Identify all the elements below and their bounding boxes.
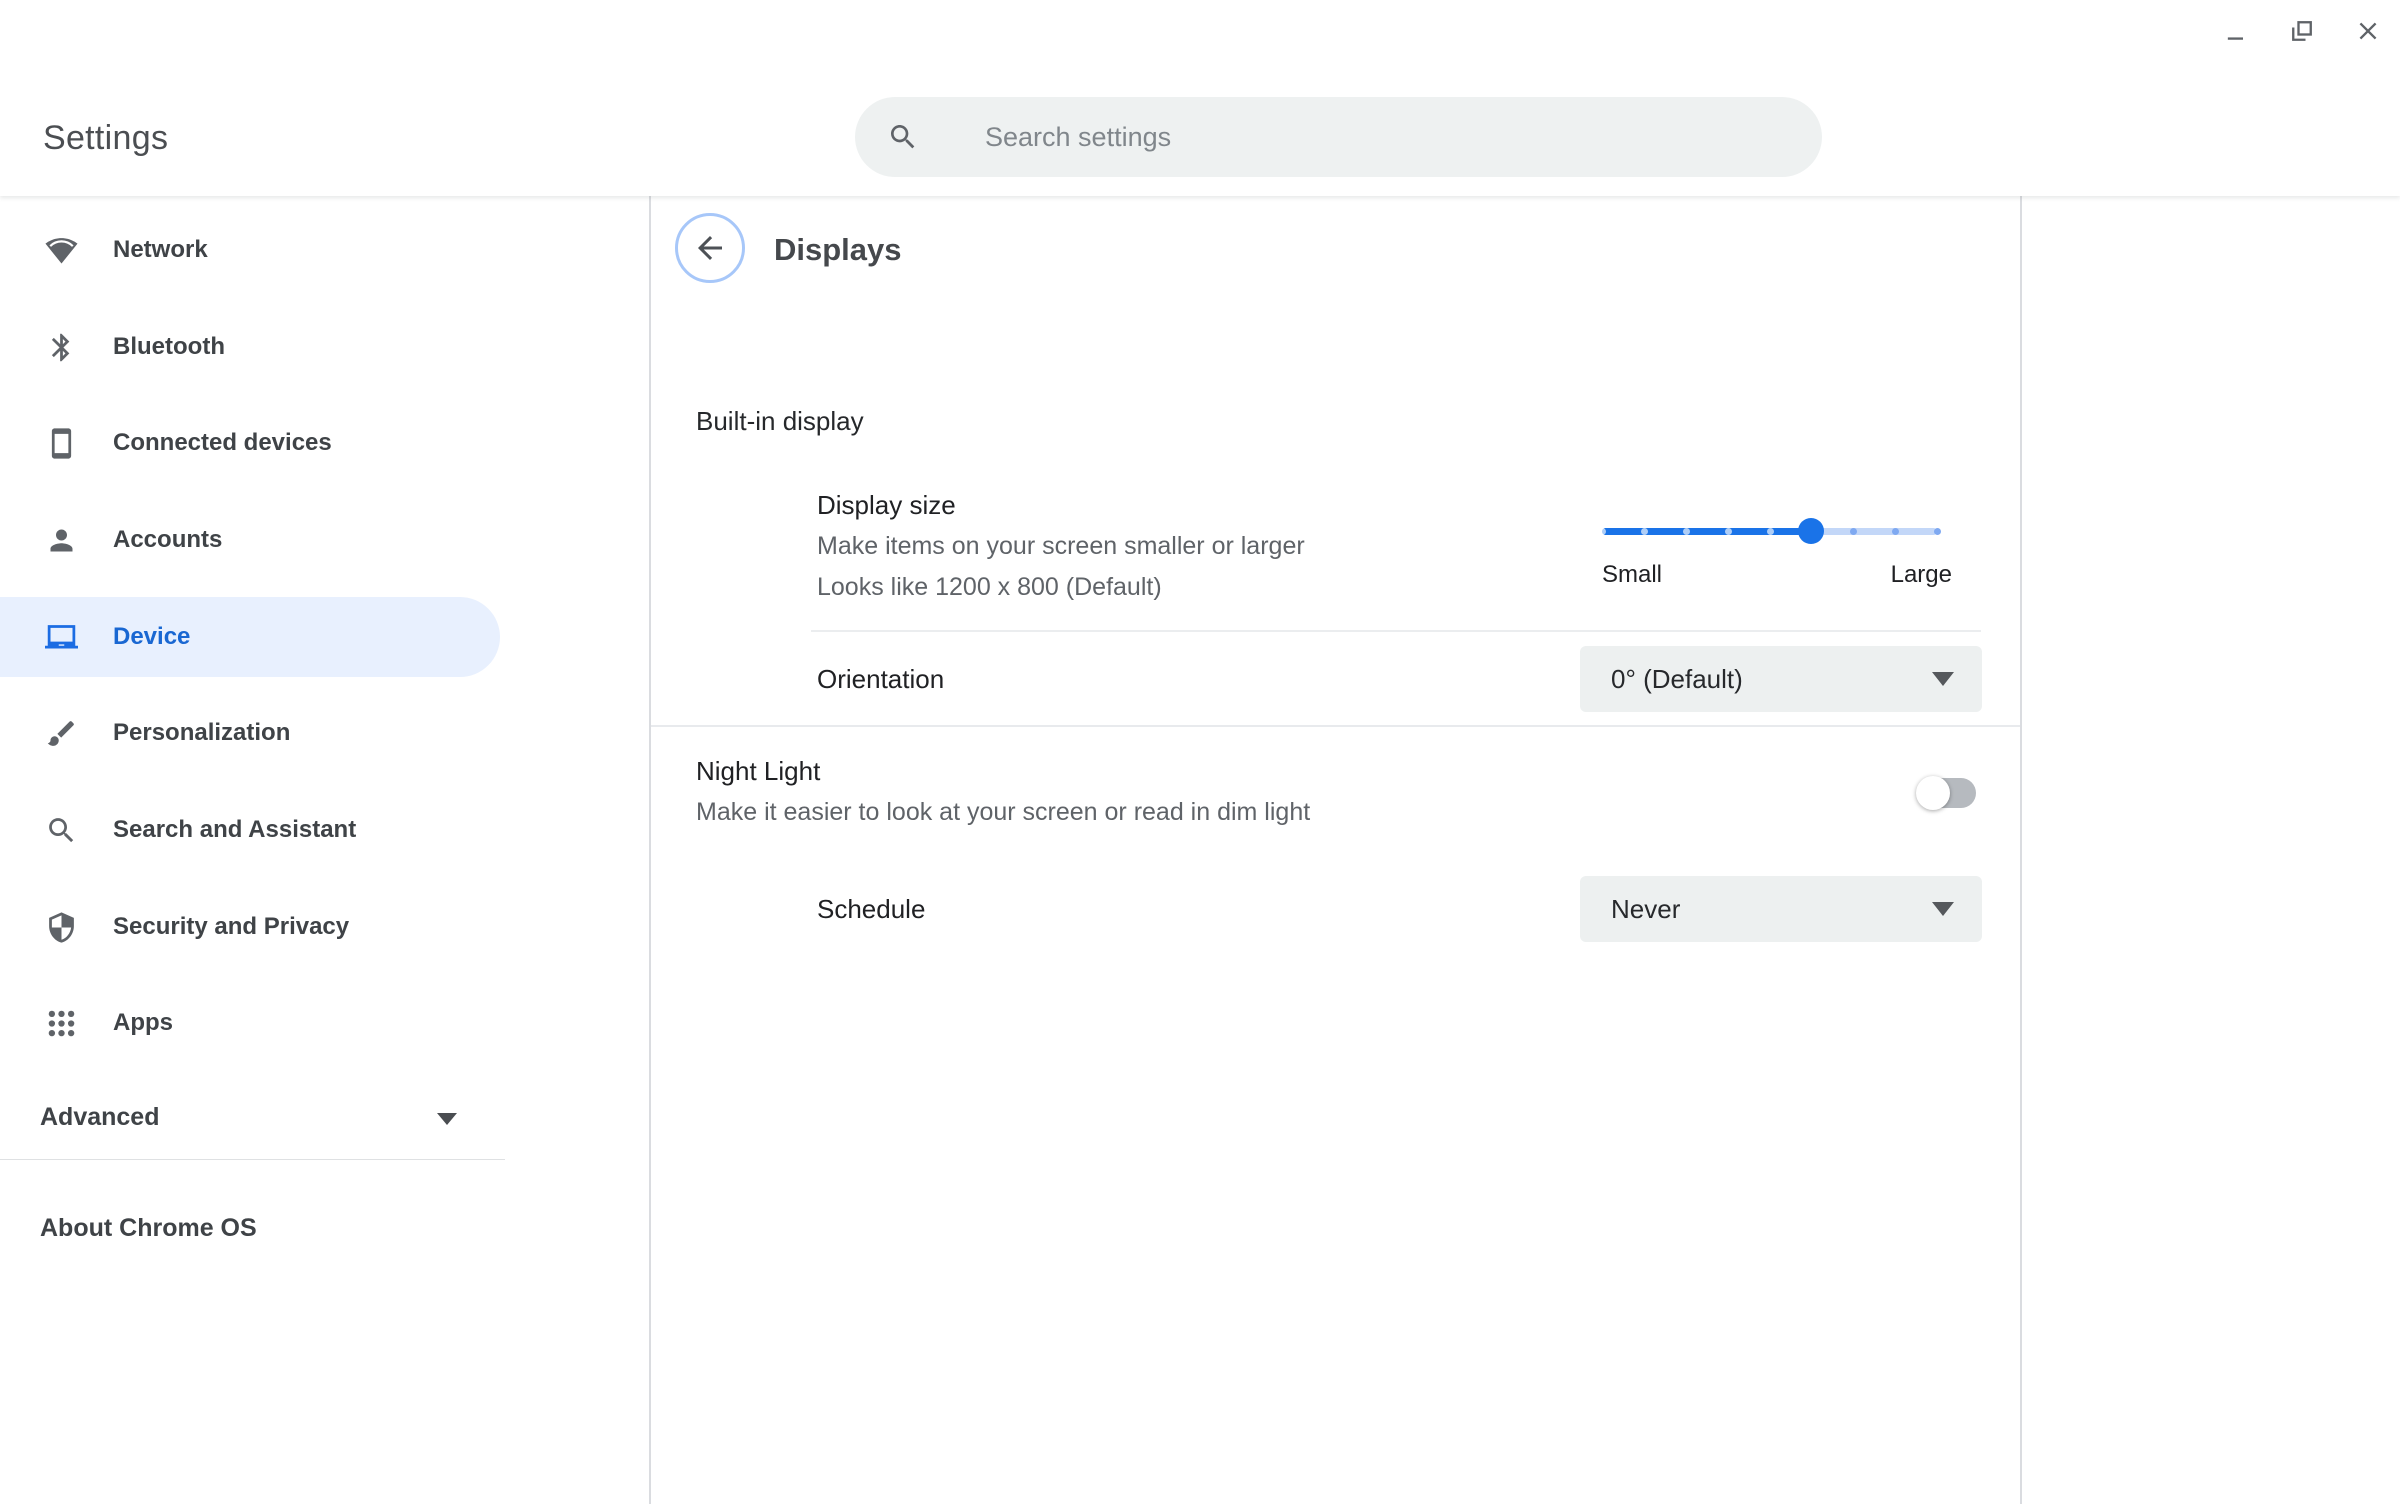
minimize-icon <box>2222 17 2250 48</box>
close-button[interactable] <box>2344 8 2392 56</box>
shield-icon <box>45 911 78 944</box>
sidebar-item-label: Bluetooth <box>113 333 225 361</box>
slider-min-label: Small <box>1602 561 1662 589</box>
back-button[interactable] <box>675 213 745 283</box>
page-header <box>675 213 745 283</box>
laptop-icon <box>45 621 78 654</box>
sidebar-item-apps[interactable]: Apps <box>0 983 500 1063</box>
section-title: Built-in display <box>696 406 864 437</box>
sidebar-item-label: Accounts <box>113 526 222 554</box>
slider-labels: Small Large <box>1602 561 1952 589</box>
sidebar-item-device[interactable]: Device <box>0 597 500 677</box>
page-title: Displays <box>774 232 902 268</box>
app-title: Settings <box>43 119 168 158</box>
search-input[interactable] <box>985 97 1765 177</box>
row-divider <box>811 630 1981 632</box>
schedule-value: Never <box>1611 894 1680 925</box>
sidebar-item-about-chrome-os[interactable]: About Chrome OS <box>0 1193 505 1263</box>
arrow-back-icon <box>692 230 728 266</box>
display-size-title: Display size <box>817 490 956 521</box>
orientation-value: 0° (Default) <box>1611 664 1743 695</box>
orientation-select[interactable]: 0° (Default) <box>1580 646 1982 712</box>
settings-window: Settings Network Bluetooth Connected dev… <box>0 0 2400 1504</box>
sidebar-item-security-and-privacy[interactable]: Security and Privacy <box>0 887 500 967</box>
brush-icon <box>45 717 78 750</box>
header: Settings <box>0 0 2400 196</box>
display-size-slider: Small Large <box>1602 518 1952 589</box>
minimize-button[interactable] <box>2212 8 2260 56</box>
sidebar-item-bluetooth[interactable]: Bluetooth <box>0 307 500 387</box>
sidebar-item-label: Personalization <box>113 719 290 747</box>
person-icon <box>45 524 78 557</box>
sidebar-item-network[interactable]: Network <box>0 210 500 290</box>
sidebar-item-label: Connected devices <box>113 429 332 457</box>
sidebar-item-label: Security and Privacy <box>113 913 349 941</box>
orientation-label: Orientation <box>817 664 944 695</box>
sidebar: Network Bluetooth Connected devices Acco… <box>0 196 649 1504</box>
display-size-description: Make items on your screen smaller or lar… <box>817 532 1305 561</box>
sidebar-item-label: Network <box>113 236 208 264</box>
schedule-label: Schedule <box>817 894 925 925</box>
search-icon <box>45 814 78 847</box>
toggle-knob <box>1916 776 1950 810</box>
sidebar-item-label: Apps <box>113 1009 173 1037</box>
advanced-label: Advanced <box>40 1103 159 1132</box>
slider-ticks <box>1602 518 1937 544</box>
slider-max-label: Large <box>1891 561 1952 589</box>
sidebar-item-label: Search and Assistant <box>113 816 356 844</box>
wifi-icon <box>45 234 78 267</box>
search-bar[interactable] <box>855 97 1822 177</box>
bluetooth-icon <box>45 331 78 364</box>
apps-grid-icon <box>45 1007 78 1040</box>
advanced-expander[interactable]: Advanced <box>0 1082 505 1152</box>
schedule-select[interactable]: Never <box>1580 876 1982 942</box>
sidebar-item-connected-devices[interactable]: Connected devices <box>0 403 500 483</box>
dropdown-arrow-icon <box>1932 672 1954 686</box>
search-icon <box>887 121 919 153</box>
dropdown-arrow-icon <box>1932 902 1954 916</box>
sidebar-item-accounts[interactable]: Accounts <box>0 500 500 580</box>
restore-button[interactable] <box>2278 8 2326 56</box>
restore-icon <box>2288 17 2316 48</box>
slider-rail[interactable] <box>1602 518 1952 544</box>
close-icon <box>2354 17 2382 48</box>
sidebar-divider <box>0 1159 505 1160</box>
night-light-title: Night Light <box>696 756 820 787</box>
night-light-toggle[interactable] <box>1918 777 1976 809</box>
smartphone-icon <box>45 427 78 460</box>
night-light-description: Make it easier to look at your screen or… <box>696 798 1310 827</box>
window-controls <box>2212 8 2392 56</box>
sidebar-item-personalization[interactable]: Personalization <box>0 693 500 773</box>
content-card: Displays Built-in display Display size M… <box>649 196 2022 1504</box>
chevron-down-icon <box>437 1113 457 1125</box>
display-size-resolution: Looks like 1200 x 800 (Default) <box>817 573 1162 602</box>
about-label: About Chrome OS <box>40 1214 257 1243</box>
sidebar-item-label: Device <box>113 623 190 651</box>
section-divider <box>651 725 2020 727</box>
sidebar-item-search-and-assistant[interactable]: Search and Assistant <box>0 790 500 870</box>
